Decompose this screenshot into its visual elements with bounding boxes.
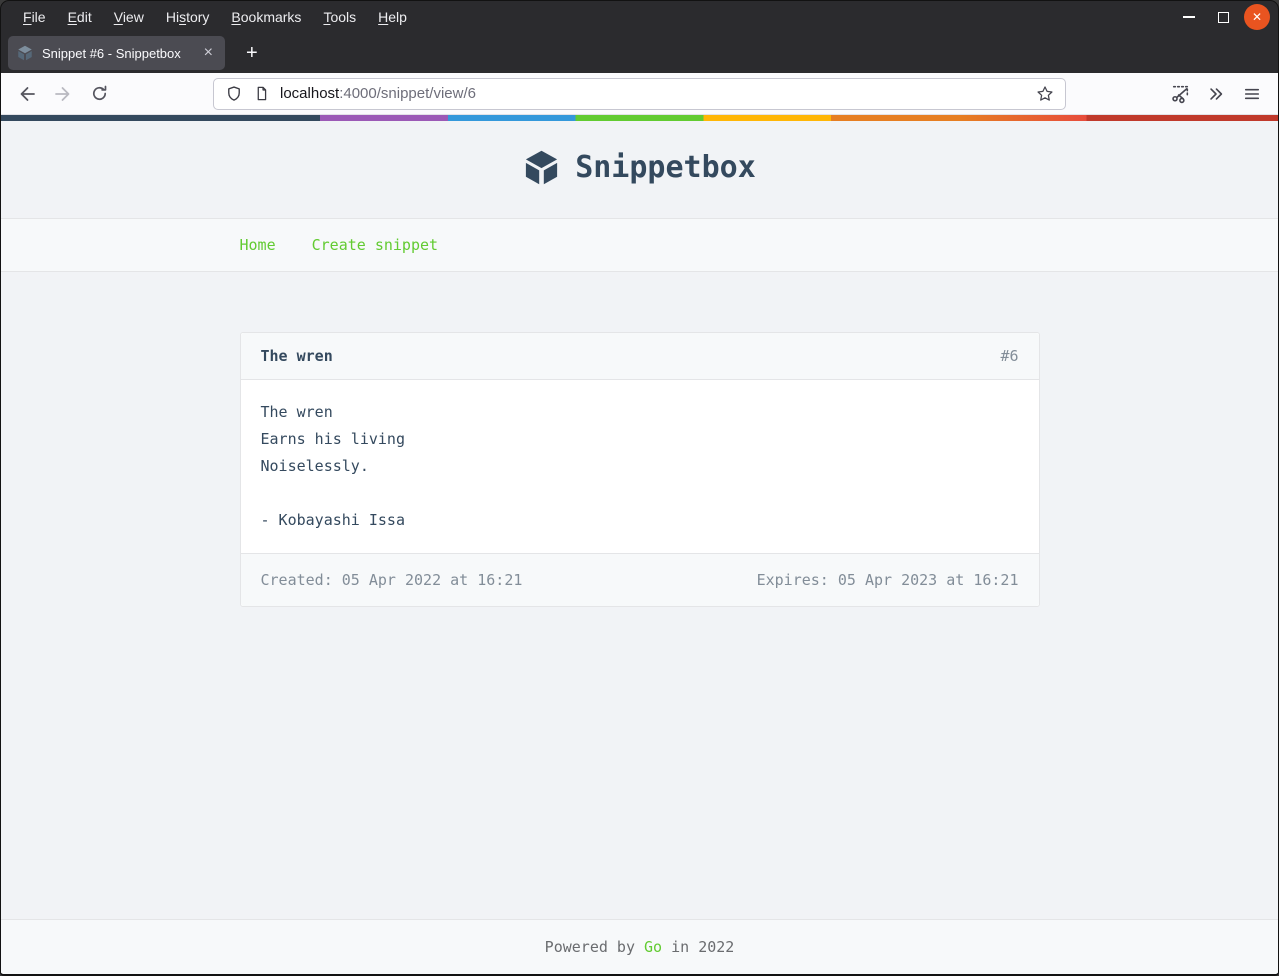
maximize-icon xyxy=(1218,12,1229,23)
menu-mnemonic: V xyxy=(114,9,123,25)
footer-text-suffix: in 2022 xyxy=(662,938,734,956)
brand[interactable]: Snippetbox xyxy=(523,149,756,186)
main-content: The wren #6 The wren Earns his living No… xyxy=(1,272,1278,919)
menu-tools[interactable]: Tools xyxy=(312,6,367,28)
snippetbox-logo-icon xyxy=(523,149,560,186)
snippet-id: #6 xyxy=(1000,347,1018,365)
minimize-icon xyxy=(1183,16,1195,18)
tab-bar: Snippet #6 - Snippetbox × + xyxy=(1,33,1278,73)
footer-text-prefix: Powered by xyxy=(545,938,644,956)
page-info-icon[interactable] xyxy=(253,85,270,102)
snippet-content: The wren Earns his living Noiselessly. -… xyxy=(241,380,1039,553)
close-button[interactable]: ✕ xyxy=(1244,4,1270,30)
menu-text: elp xyxy=(388,9,407,25)
close-icon: ✕ xyxy=(1252,11,1262,23)
double-chevron-right-icon xyxy=(1207,85,1225,103)
screenshot-button[interactable] xyxy=(1164,78,1196,110)
scissors-icon xyxy=(1170,83,1191,104)
menu-edit[interactable]: Edit xyxy=(57,6,103,28)
back-button[interactable] xyxy=(11,78,43,110)
url-text: localhost:4000/snippet/view/6 xyxy=(280,85,476,102)
hamburger-menu-icon xyxy=(1243,85,1261,103)
url-path: :4000/snippet/view/6 xyxy=(339,85,476,102)
menu-history[interactable]: History xyxy=(155,6,221,28)
app-menu-button[interactable] xyxy=(1236,78,1268,110)
menu-text: dit xyxy=(77,9,92,25)
page-title: Snippetbox xyxy=(575,150,756,185)
menu-bar: File Edit View History Bookmarks Tools H… xyxy=(1,1,1278,33)
snippetbox-favicon-icon xyxy=(17,45,33,61)
reload-button[interactable] xyxy=(83,78,115,110)
menu-file[interactable]: File xyxy=(12,6,57,28)
snippet-card: The wren #6 The wren Earns his living No… xyxy=(240,332,1040,607)
main-nav: Home Create snippet xyxy=(1,218,1278,272)
menu-text: Hi xyxy=(166,9,179,25)
menu-text: tory xyxy=(186,9,209,25)
menu-mnemonic: E xyxy=(68,9,77,25)
nav-links: Home Create snippet xyxy=(240,236,1040,254)
browser-window: File Edit View History Bookmarks Tools H… xyxy=(0,0,1279,976)
site-header: Snippetbox xyxy=(1,121,1278,218)
menu-text: iew xyxy=(123,9,144,25)
menu-mnemonic: B xyxy=(231,9,240,25)
menu-bookmarks[interactable]: Bookmarks xyxy=(220,6,312,28)
nav-link-home[interactable]: Home xyxy=(240,236,276,254)
menu-text: ile xyxy=(32,9,46,25)
tab-snippet[interactable]: Snippet #6 - Snippetbox × xyxy=(8,36,225,70)
tracking-protection-shield-icon[interactable] xyxy=(225,85,243,103)
toolbar-overflow-button[interactable] xyxy=(1200,78,1232,110)
menu-help[interactable]: Help xyxy=(367,6,418,28)
reload-icon xyxy=(90,84,109,103)
back-arrow-icon xyxy=(17,84,37,104)
footer-go-link[interactable]: Go xyxy=(644,938,662,956)
navigation-toolbar: localhost:4000/snippet/view/6 xyxy=(1,73,1278,115)
menu-mnemonic: H xyxy=(378,9,388,25)
nav-link-create-snippet[interactable]: Create snippet xyxy=(312,236,438,254)
tab-title: Snippet #6 - Snippetbox xyxy=(42,46,192,61)
tab-close-icon[interactable]: × xyxy=(201,44,216,62)
forward-button[interactable] xyxy=(47,78,79,110)
minimize-button[interactable] xyxy=(1176,4,1202,30)
menu-text: ools xyxy=(330,9,356,25)
menu-view[interactable]: View xyxy=(103,6,155,28)
menu-mnemonic: s xyxy=(179,9,186,25)
menu-mnemonic: F xyxy=(23,9,32,25)
page-viewport: Snippetbox Home Create snippet The wren … xyxy=(1,115,1278,974)
page-footer: Powered by Go in 2022 xyxy=(1,919,1278,974)
snippet-created: Created: 05 Apr 2022 at 16:21 xyxy=(261,571,523,589)
maximize-button[interactable] xyxy=(1210,4,1236,30)
snippet-card-header: The wren #6 xyxy=(241,333,1039,380)
snippet-card-meta: Created: 05 Apr 2022 at 16:21 Expires: 0… xyxy=(241,553,1039,606)
window-controls: ✕ xyxy=(1176,4,1270,30)
bookmark-star-icon xyxy=(1036,85,1054,103)
bookmark-button[interactable] xyxy=(1036,85,1054,103)
snippet-title: The wren xyxy=(261,347,333,365)
snippet-expires: Expires: 05 Apr 2023 at 16:21 xyxy=(757,571,1019,589)
menu-text: ookmarks xyxy=(241,9,302,25)
url-host: localhost xyxy=(280,85,339,102)
menu-list: File Edit View History Bookmarks Tools H… xyxy=(12,6,1176,28)
forward-arrow-icon xyxy=(53,84,73,104)
url-bar[interactable]: localhost:4000/snippet/view/6 xyxy=(213,78,1066,110)
new-tab-button[interactable]: + xyxy=(238,41,266,65)
